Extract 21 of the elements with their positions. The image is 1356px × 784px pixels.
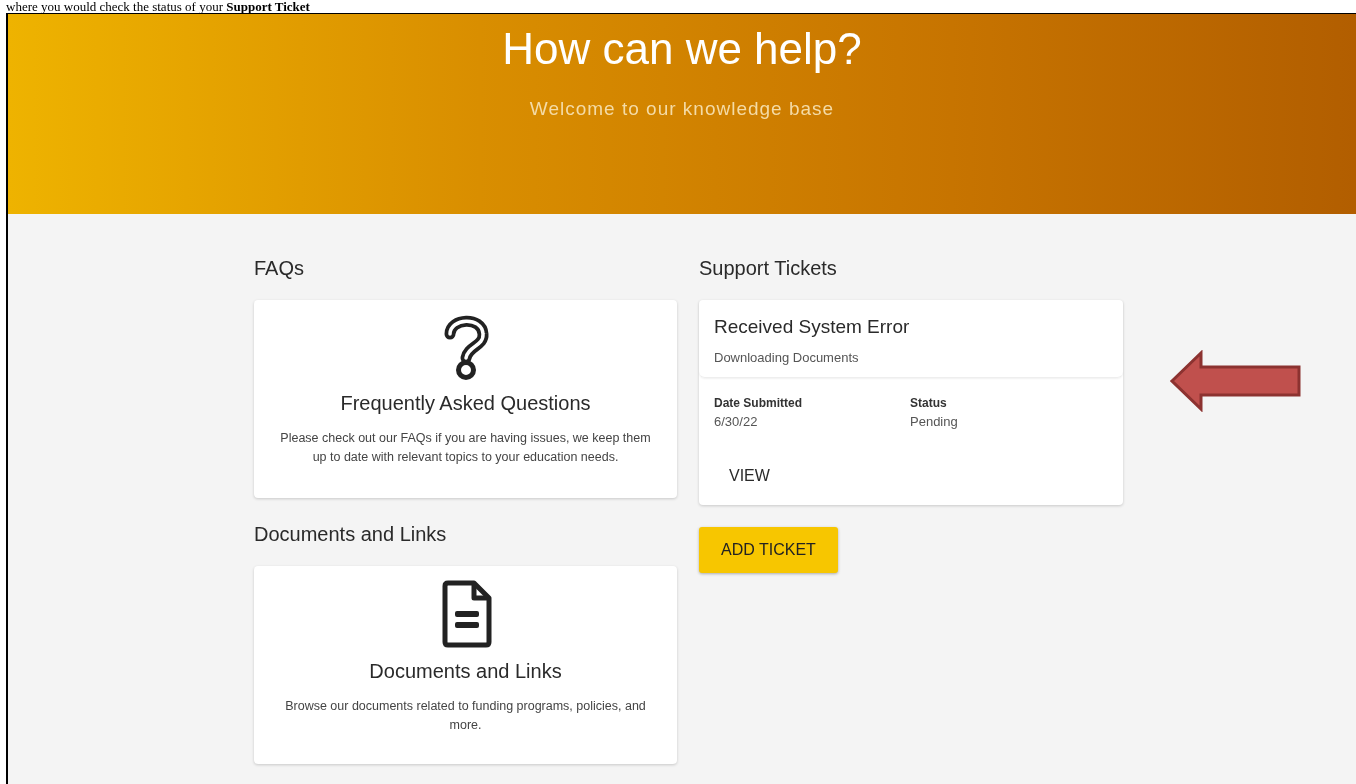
card-background[interactable]: Frequently Asked Questions Please check out our FAQs if you are having issues, we keep them up to date with relevant topics to your education needs. (254, 300, 677, 498)
section-heading: Support Tickets (699, 256, 838, 280)
arrow-icon (1170, 350, 1302, 412)
field-value: Pending (910, 414, 959, 429)
card-background[interactable]: Documents and Links Browse our documents related to funding programs, policies, and more. (254, 566, 677, 764)
card-description: Please check out our FAQs if you are having issues, we keep them up to date with relevant topics to your education needs. (279, 430, 652, 466)
section-heading: FAQs (254, 256, 305, 280)
field-label: Date Submitted (714, 396, 803, 410)
section-heading: Documents and Links (254, 522, 448, 546)
ticket-title: Received System Error (714, 316, 911, 338)
hero-title: How can we help? (502, 24, 862, 74)
card-title: Documents and Links (369, 660, 562, 683)
ticket-subtitle: Downloading Documents (714, 350, 860, 365)
card-title: Frequently Asked Questions (340, 392, 591, 415)
add-ticket-button[interactable]: ADD TICKET (699, 527, 838, 573)
field-label: Status (910, 396, 948, 410)
field-value: 6/30/22 (714, 414, 759, 429)
hero-subtitle: Welcome to our knowledge base (529, 98, 835, 120)
card-description: Browse our documents related to funding programs, policies, and more. (284, 698, 647, 734)
view-button[interactable]: VIEW (717, 459, 782, 493)
document-caption: where you would check the status of your Support Ticket (5, 0, 311, 13)
